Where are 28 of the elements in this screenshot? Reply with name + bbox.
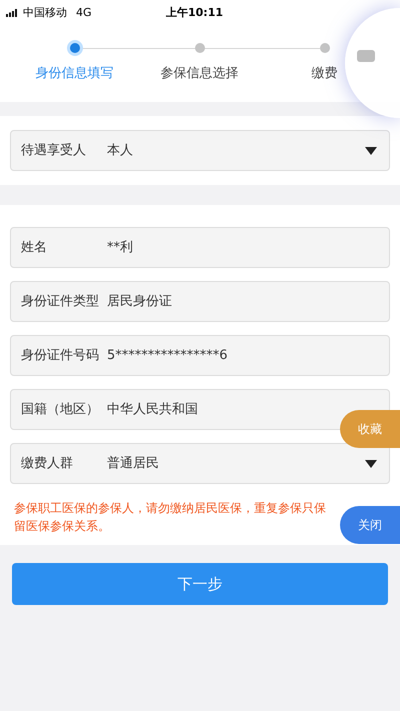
dropdown-arrow-icon — [365, 146, 377, 154]
field-label: 缴费人群 — [21, 454, 74, 473]
field-value: 中华人民共和国 — [107, 400, 199, 419]
carrier-name: 中国移动 — [23, 4, 67, 21]
field-value: 普通居民 — [107, 454, 160, 473]
input-field[interactable]: 姓名 **利 — [10, 227, 390, 268]
dropdown-arrow-icon — [365, 460, 377, 468]
network-type: 4G — [76, 4, 92, 21]
signal-icon — [6, 9, 20, 17]
field-value: 居民身份证 — [107, 292, 173, 311]
select-field[interactable]: 缴费人群 普通居民 — [10, 443, 390, 484]
warning-text: 参保职工医保的参保人，请勿缴纳居民医保，重复参保只保留医保参保关系。 — [14, 500, 327, 535]
field-label: 身份证件类型 — [21, 292, 100, 311]
select-field[interactable]: 待遇享受人 本人 — [10, 130, 390, 171]
side-float-button[interactable]: 关闭 — [340, 506, 400, 544]
field-label: 姓名 — [21, 238, 48, 257]
field-label: 待遇享受人 — [21, 142, 87, 160]
step-label[interactable]: 身份信息填写 — [36, 64, 114, 84]
field-value: **利 — [107, 238, 134, 257]
input-field[interactable]: 身份证件号码 5****************6 — [10, 335, 390, 376]
input-field[interactable]: 身份证件类型 居民身份证 — [10, 281, 390, 322]
field-value: 5****************6 — [107, 346, 229, 365]
step-label[interactable]: 参保信息选择 — [160, 64, 238, 84]
field-label: 身份证件号码 — [21, 346, 100, 365]
step-label[interactable]: 缴费 — [312, 64, 338, 84]
field-label: 国籍（地区） — [21, 400, 100, 419]
field-value: 本人 — [107, 142, 134, 160]
clock-time: 上午10:11 — [166, 4, 224, 21]
